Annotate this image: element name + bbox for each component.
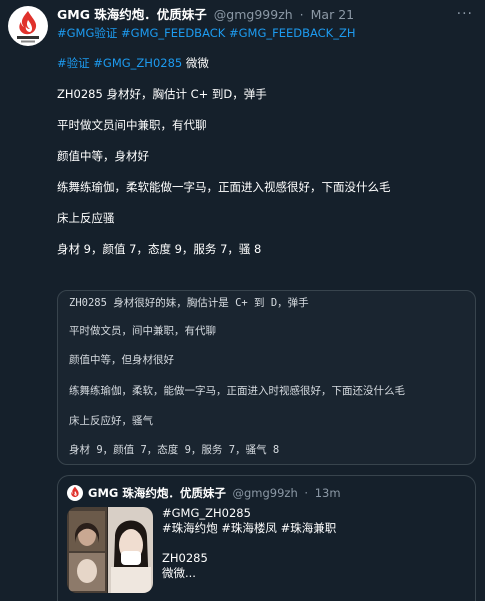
quoted-name: 微微...: [162, 566, 196, 580]
code-block: ZH0285 身材很好的妹，胸估计是 C+ 到 D，弹手 平时做文员，间中兼职，…: [57, 290, 476, 465]
hashtag-link[interactable]: #GMG_FEEDBACK_ZH: [229, 26, 356, 40]
quoted-text: #GMG_ZH0285 #珠海约炮 #珠海楼凤 #珠海兼职 ZH0285 微微.…: [162, 506, 336, 581]
meta-separator: ·: [299, 7, 304, 22]
gmg-logo-icon: [17, 11, 39, 43]
text-line: 平时做文员间中兼职，有代聊: [57, 118, 207, 132]
tagline: #验证 #GMG_ZH0285 微微: [57, 56, 472, 70]
text-line: 床上反应骚: [57, 211, 115, 225]
quoted-blank: [162, 536, 336, 551]
tweet-text: #验证 #GMG_ZH0285 微微 ZH0285 身材好，胸估计 C+ 到D，…: [57, 56, 472, 273]
hashtag-link[interactable]: #GMG_ZH0285: [93, 56, 182, 70]
hashtag-link[interactable]: #GMG_FEEDBACK: [121, 26, 225, 40]
quoted-avatar[interactable]: [67, 485, 83, 501]
quoted-header: GMG 珠海约炮．优质妹子 @gmg99zh · 13m: [88, 485, 341, 501]
photo-collage-image: [67, 507, 153, 593]
text-line: 颜值中等，身材好: [57, 149, 149, 163]
quoted-hashtags: #珠海约炮 #珠海楼凤 #珠海兼职: [162, 521, 337, 535]
text-line: 练舞练瑜伽，柔软能做一字马，正面进入视感很好，下面没什么毛: [57, 180, 391, 194]
quoted-photo-thumbnail[interactable]: [67, 507, 153, 593]
tweet-header: GMG 珠海约炮．优质妹子 @gmg999zh · Mar 21: [57, 7, 449, 23]
quoted-author-name[interactable]: GMG 珠海约炮．优质妹子: [88, 486, 226, 500]
author-name[interactable]: GMG 珠海约炮．优质妹子: [57, 7, 207, 22]
text-line: ZH0285 身材好，胸估计 C+ 到D，弹手: [57, 87, 267, 101]
text-line: 身材 9，颜值 7，态度 9，服务 7，骚 8: [57, 242, 262, 256]
code-line: 颜值中等，但身材很好: [69, 354, 174, 366]
hashtag-line: #GMG验证 #GMG_FEEDBACK #GMG_FEEDBACK_ZH: [57, 26, 356, 40]
quoted-code: ZH0285: [162, 551, 208, 565]
author-handle[interactable]: @gmg999zh: [214, 7, 293, 22]
more-icon[interactable]: ···: [457, 6, 473, 22]
quoted-tweet-card[interactable]: GMG 珠海约炮．优质妹子 @gmg99zh · 13m #GMG_ZH0285…: [57, 475, 476, 601]
hashtag-link[interactable]: #GMG验证: [57, 26, 117, 40]
code-line: 床上反应好，骚气: [69, 415, 153, 427]
code-line: 平时做文员，间中兼职，有代聊: [69, 325, 216, 337]
avatar[interactable]: [8, 6, 48, 46]
gmg-logo-icon: [71, 486, 79, 498]
quoted-time[interactable]: 13m: [315, 486, 341, 500]
tweet-date[interactable]: Mar 21: [311, 7, 354, 22]
tagline-text: 微微: [185, 56, 209, 70]
hashtag-link[interactable]: #验证: [57, 56, 90, 70]
meta-separator: ·: [304, 486, 309, 500]
code-line: ZH0285 身材很好的妹，胸估计是 C+ 到 D，弹手: [69, 297, 309, 309]
code-line: 练舞练瑜伽，柔软，能做一字马，正面进入时视感很好，下面还没什么毛: [69, 385, 405, 397]
quoted-author-handle[interactable]: @gmg99zh: [232, 486, 297, 500]
code-line: 身材 9，颜值 7，态度 9，服务 7，骚气 8: [69, 444, 280, 456]
quoted-hashtag: #GMG_ZH0285: [162, 506, 251, 520]
